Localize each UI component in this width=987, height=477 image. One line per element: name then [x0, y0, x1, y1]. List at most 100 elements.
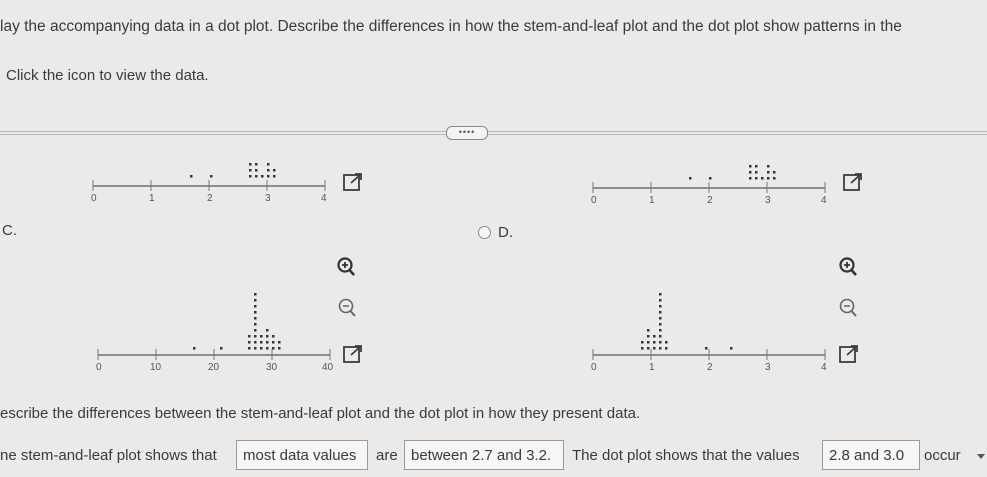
zoom-out-icon[interactable]: [837, 297, 859, 319]
dot: [254, 293, 257, 296]
zoom-out-icon[interactable]: [336, 297, 358, 319]
tick-label: 1: [149, 193, 155, 204]
dot: [254, 323, 257, 326]
axis-line: [592, 182, 826, 193]
dot: [755, 171, 758, 174]
dot: [647, 329, 650, 332]
dot: [254, 335, 257, 338]
dot: [659, 341, 662, 344]
dot: [659, 311, 662, 314]
answer-line: ne stem-and-leaf plot shows that most da…: [0, 440, 987, 472]
dot: [689, 177, 692, 180]
dot: [220, 347, 223, 350]
axis-line: [92, 180, 326, 191]
dot: [641, 341, 644, 344]
dot: [255, 175, 258, 178]
dot: [773, 177, 776, 180]
dot: [254, 311, 257, 314]
answer-dropdown-3[interactable]: 2.8 and 3.0: [822, 440, 920, 470]
tick-label: 2: [707, 362, 713, 373]
dots: [190, 163, 276, 178]
tick-label: 0: [591, 362, 597, 373]
answer-text-1: ne stem-and-leaf plot shows that: [0, 447, 217, 464]
tick-label: 3: [765, 195, 771, 206]
dot: [761, 177, 764, 180]
tick-label: 2: [207, 193, 213, 204]
dot: [249, 169, 252, 172]
dot: [659, 293, 662, 296]
dot: [272, 341, 275, 344]
dot: [254, 299, 257, 302]
option-d-radio[interactable]: [478, 226, 491, 239]
chevron-down-icon[interactable]: [977, 454, 985, 459]
dot: [659, 329, 662, 332]
dot: [749, 165, 752, 168]
dot: [647, 341, 650, 344]
dot: [255, 169, 258, 172]
tick-label: 0: [91, 193, 97, 204]
divider: [0, 131, 987, 132]
dot: [653, 341, 656, 344]
external-link-icon[interactable]: [342, 171, 364, 193]
tick-label: 3: [265, 193, 271, 204]
dot: [749, 177, 752, 180]
dot: [659, 347, 662, 350]
tick-label: 4: [321, 193, 327, 204]
dot: [254, 317, 257, 320]
tick-label: 0: [96, 362, 102, 373]
dot: [755, 165, 758, 168]
dot: [773, 171, 776, 174]
zoom-in-icon[interactable]: [335, 256, 357, 278]
describe-prompt: escribe the differences between the stem…: [0, 405, 641, 422]
instruction-text: lay the accompanying data in a dot plot.…: [0, 18, 902, 35]
option-d-dot-plot-2: 0 1 2 3 4: [591, 293, 827, 373]
dot: [266, 335, 269, 338]
answer-dropdown-2[interactable]: between 2.7 and 3.2.: [404, 440, 564, 470]
dot: [190, 175, 193, 178]
tick-label: 1: [649, 362, 655, 373]
dot: [767, 165, 770, 168]
answer-dropdown-4[interactable]: occur: [924, 447, 961, 464]
external-link-icon[interactable]: [342, 343, 364, 365]
answer-dropdown-1[interactable]: most data values: [236, 440, 368, 470]
dot: [193, 347, 196, 350]
divider: [0, 134, 987, 135]
dot: [254, 341, 257, 344]
external-link-icon[interactable]: [842, 171, 864, 193]
tick-label: 2: [707, 195, 713, 206]
tick-label: 3: [765, 362, 771, 373]
dot: [266, 329, 269, 332]
tick-label: 20: [208, 362, 220, 373]
dot: [248, 347, 251, 350]
dot: [248, 335, 251, 338]
dot: [659, 299, 662, 302]
tick-label: 1: [649, 195, 655, 206]
dot: [249, 163, 252, 166]
answer-text-2: are: [376, 447, 398, 464]
dot: [641, 347, 644, 350]
dot: [647, 347, 650, 350]
zoom-in-icon[interactable]: [837, 256, 859, 278]
dot: [278, 347, 281, 350]
axis-line: [592, 349, 826, 360]
dot: [248, 341, 251, 344]
dot: [267, 163, 270, 166]
dot: [267, 175, 270, 178]
dot: [755, 177, 758, 180]
dot: [260, 335, 263, 338]
dot: [659, 323, 662, 326]
dot: [267, 169, 270, 172]
option-c-dot-plot-1: 0 1 2 3 4: [91, 163, 327, 204]
expand-more-button[interactable]: ••••: [446, 126, 488, 140]
dot: [278, 341, 281, 344]
dot: [266, 341, 269, 344]
dot: [266, 347, 269, 350]
dot: [272, 335, 275, 338]
dot: [273, 175, 276, 178]
dot: [210, 175, 213, 178]
external-link-icon[interactable]: [838, 343, 860, 365]
dot: [254, 347, 257, 350]
dot: [653, 335, 656, 338]
tick-label: 30: [266, 362, 278, 373]
answer-text-3: The dot plot shows that the values: [572, 447, 800, 464]
